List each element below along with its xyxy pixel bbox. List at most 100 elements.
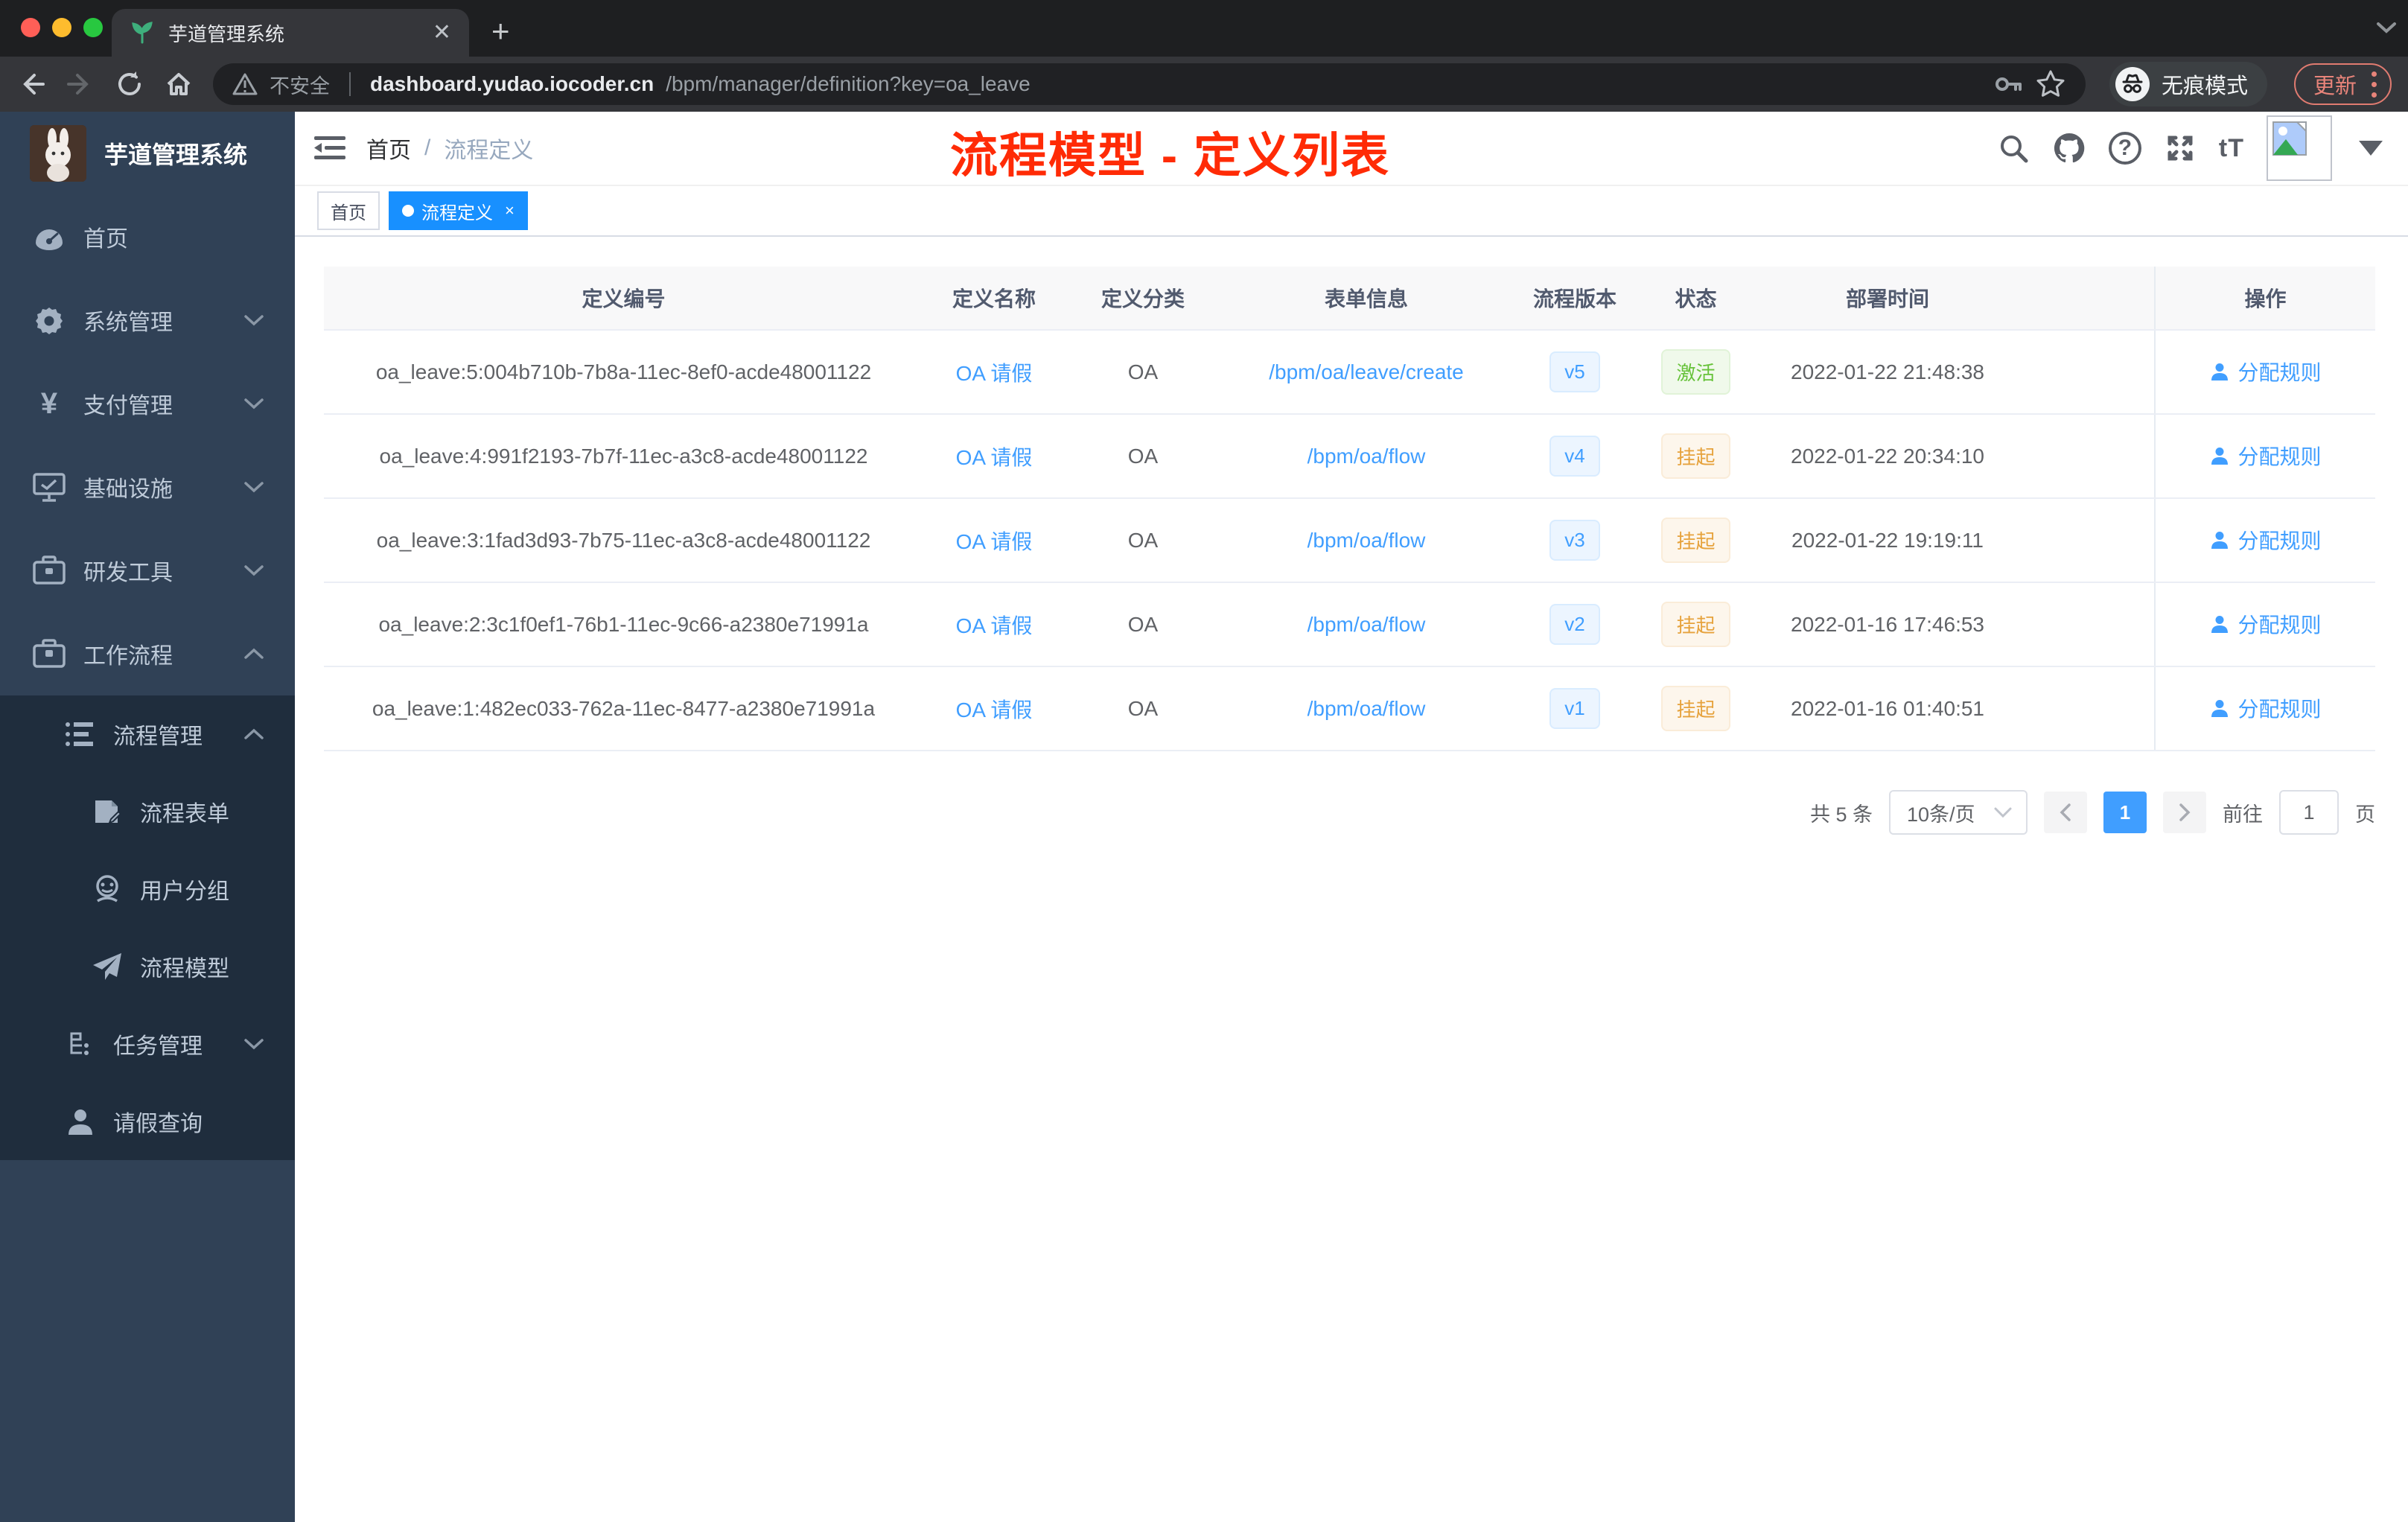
page-size-select[interactable]: 10条/页 [1889,790,2028,835]
goto-label: 前往 [2223,803,2263,826]
assign-rule-link[interactable]: 分配规则 [2209,357,2322,386]
avatar[interactable] [2267,115,2332,181]
tab-close-icon[interactable]: ✕ [433,22,451,44]
definition-name-link[interactable]: OA 请假 [956,446,1033,469]
maximize-window-button[interactable] [83,18,103,37]
chevron-down-icon [243,563,265,578]
sidebar-item-user-group[interactable]: 用户分组 [0,850,295,928]
sidebar-item-infrastructure[interactable]: 基础设施 [0,445,295,529]
user-icon [60,1107,101,1136]
table-header-row: 定义编号 定义名称 定义分类 表单信息 流程版本 状态 部署时间 操作 [324,267,2375,331]
password-key-icon[interactable] [1993,69,2023,99]
browser-tabstrip: 芋道管理系统 ✕ + [0,0,2408,57]
assign-rule-link[interactable]: 分配规则 [2209,693,2322,723]
screen: 芋道管理系统 ✕ + 不安全 dashboard.yudao.iocoder.c… [0,0,2408,1522]
hamburger-icon[interactable] [295,135,366,162]
deploy-time: 2022-01-22 20:34:10 [1754,414,2022,499]
definition-name-link[interactable]: OA 请假 [956,530,1033,553]
chevron-down-icon [243,396,265,411]
sidebar-item-home[interactable]: 首页 [0,195,295,278]
navbar-actions: ? tT [1997,115,2408,181]
user-group-icon [86,874,128,904]
security-warning-icon[interactable] [232,73,258,95]
assign-rule-link[interactable]: 分配规则 [2209,525,2322,555]
page-number-button[interactable]: 1 [2103,792,2147,833]
sidebar: 芋道管理系统 首页 系统管理 ¥ 支付管理 基础设施 研发工具 工作流程 流程管… [0,112,295,1522]
security-label[interactable]: 不安全 [270,70,330,99]
definition-name-link[interactable]: OA 请假 [956,698,1033,722]
form-edit-icon [86,797,128,826]
sidebar-item-process-model[interactable]: 流程模型 [0,928,295,1005]
assign-rule-link[interactable]: 分配规则 [2209,441,2322,471]
tag-home[interactable]: 首页 [317,191,380,230]
assign-rule-link[interactable]: 分配规则 [2209,609,2322,639]
update-label[interactable]: 更新 [2313,69,2357,100]
definition-id: oa_leave:1:482ec033-762a-11ec-8477-a2380… [324,666,923,751]
version-badge: v1 [1549,688,1600,729]
definition-id: oa_leave:5:004b710b-7b8a-11ec-8ef0-acde4… [324,330,923,415]
form-link[interactable]: /bpm/oa/flow [1307,529,1426,552]
version-badge: v2 [1549,604,1600,645]
sidebar-item-task-management[interactable]: 任务管理 [0,1005,295,1083]
form-link[interactable]: /bpm/oa/flow [1307,445,1426,468]
definition-category: OA [1065,414,1221,499]
definition-id: oa_leave:2:3c1f0ef1-76b1-11ec-9c66-a2380… [324,582,923,667]
prev-page-button[interactable] [2044,792,2087,833]
browser-menu[interactable]: 更新 [2293,63,2392,105]
forward-icon[interactable] [66,69,95,99]
search-icon[interactable] [1997,132,2030,165]
definition-category: OA [1065,498,1221,583]
minimize-window-button[interactable] [52,18,71,37]
favicon-sprout-icon [130,20,155,45]
version-badge: v3 [1549,520,1600,561]
definition-id: oa_leave:3:1fad3d93-7b75-11ec-a3c8-acde4… [324,498,923,583]
goto-page-input[interactable] [2279,790,2339,835]
form-link[interactable]: /bpm/oa/leave/create [1269,360,1464,383]
workflow-submenu: 流程管理 流程表单 用户分组 流程模型 任务管理 请假查询 [0,695,295,1160]
form-link[interactable]: /bpm/oa/flow [1307,613,1426,636]
fullscreen-icon[interactable] [2164,132,2197,165]
app-logo: 芋道管理系统 [0,112,295,195]
definition-name-link[interactable]: OA 请假 [956,362,1033,385]
tag-close-icon[interactable]: × [505,201,515,220]
sidebar-item-payment[interactable]: ¥ 支付管理 [0,362,295,445]
deploy-time: 2022-01-22 21:48:38 [1754,330,2022,415]
url-bar[interactable]: 不安全 dashboard.yudao.iocoder.cn/bpm/manag… [213,63,2086,105]
reload-icon[interactable] [115,69,144,99]
chevron-down-icon [243,1037,265,1051]
sidebar-item-devtools[interactable]: 研发工具 [0,529,295,612]
version-badge: v4 [1549,436,1600,477]
definition-name-link[interactable]: OA 请假 [956,614,1033,637]
status-badge: 挂起 [1661,518,1730,563]
table-row: oa_leave:4:991f2193-7b7f-11ec-a3c8-acde4… [324,414,2375,499]
avatar-caret-icon[interactable] [2359,141,2383,156]
status-badge: 挂起 [1661,433,1730,479]
sidebar-item-workflow[interactable]: 工作流程 [0,612,295,695]
active-dot [402,205,414,217]
gear-icon [28,303,70,337]
close-window-button[interactable] [21,18,40,37]
next-page-button[interactable] [2163,792,2206,833]
bookmark-star-icon[interactable] [2035,69,2066,100]
back-icon[interactable] [16,69,46,99]
navbar: 首页 / 流程定义 流程模型 - 定义列表 ? tT [295,112,2408,186]
github-icon[interactable] [2052,131,2086,165]
deploy-time: 2022-01-16 01:40:51 [1754,666,2022,751]
new-tab-button[interactable]: + [491,16,510,47]
tab-search-caret-icon[interactable] [2375,19,2398,36]
chevron-up-icon [243,646,265,661]
kebab-menu-icon[interactable] [2372,71,2377,98]
browser-tab[interactable]: 芋道管理系统 ✕ [112,9,469,57]
form-link[interactable]: /bpm/oa/flow [1307,697,1426,720]
sidebar-item-system[interactable]: 系统管理 [0,278,295,362]
font-size-icon[interactable]: tT [2219,134,2244,163]
incognito-icon [2115,67,2150,101]
home-icon[interactable] [164,69,194,99]
breadcrumb-home[interactable]: 首页 [366,132,411,165]
tag-process-definition[interactable]: 流程定义 × [389,191,528,230]
help-icon[interactable]: ? [2108,132,2141,165]
briefcase-icon [28,638,70,669]
sidebar-item-leave-query[interactable]: 请假查询 [0,1083,295,1160]
sidebar-item-process-management[interactable]: 流程管理 [0,695,295,773]
sidebar-item-process-form[interactable]: 流程表单 [0,773,295,850]
